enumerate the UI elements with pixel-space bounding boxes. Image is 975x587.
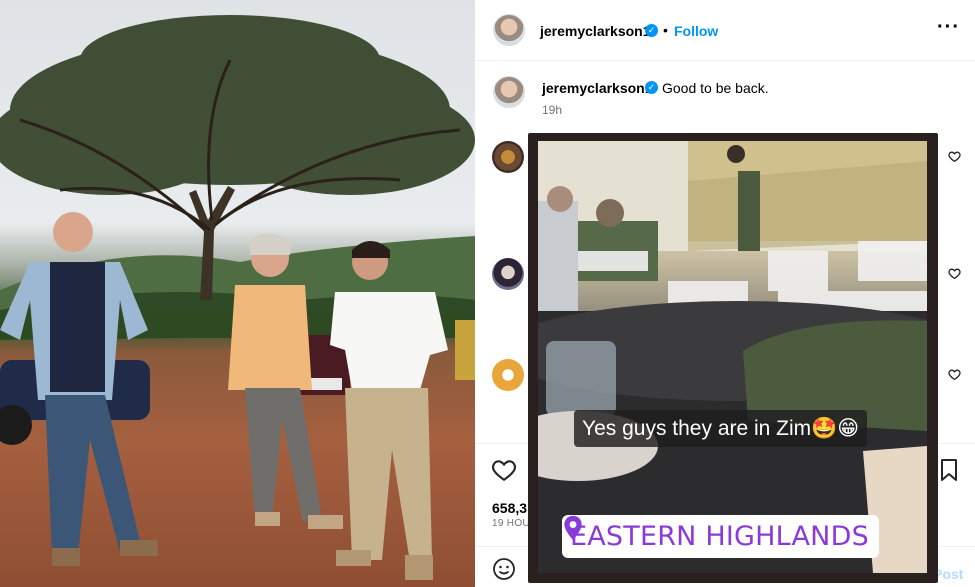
follow-button[interactable]: Follow [674, 23, 718, 39]
post-photo-illustration [0, 15, 475, 580]
location-sticker[interactable]: EASTERN HIGHLANDS [562, 515, 879, 558]
caption-author-avatar[interactable] [493, 76, 525, 108]
post-time-ago[interactable]: 19 HOU [492, 518, 530, 529]
commenter-avatar[interactable] [492, 141, 524, 173]
more-options-icon[interactable]: ··· [937, 16, 960, 39]
comment-like-heart-icon[interactable] [948, 368, 961, 381]
separator-dot: • [663, 22, 668, 38]
location-pin-icon [564, 515, 582, 541]
likes-count[interactable]: 658,3 [492, 500, 527, 516]
verified-badge-icon: ✓ [645, 24, 658, 37]
post-header: jeremyclarkson1 ✓ • Follow ··· [475, 0, 975, 61]
save-bookmark-icon[interactable] [937, 457, 961, 483]
caption-username[interactable]: jeremyclarkson1 [542, 80, 653, 96]
like-heart-icon[interactable] [491, 457, 517, 483]
overlay-story-image[interactable]: Yes guys they are in Zim🤩😁 EASTERN HIGHL… [528, 133, 938, 583]
story-caption-sticker: Yes guys they are in Zim🤩😁 [574, 410, 868, 447]
location-text: EASTERN HIGHLANDS [570, 521, 869, 552]
commenter-avatar[interactable] [492, 359, 524, 391]
caption-text: Good to be back. [662, 80, 769, 96]
author-avatar[interactable] [493, 14, 525, 46]
story-photo: Yes guys they are in Zim🤩😁 EASTERN HIGHL… [538, 141, 927, 573]
instagram-post-view: jeremyclarkson1 ✓ • Follow ··· jeremycla… [0, 0, 975, 587]
caption-time[interactable]: 19h [542, 103, 562, 117]
story-photo-illustration [538, 141, 927, 573]
author-username[interactable]: jeremyclarkson1 [540, 23, 651, 39]
verified-badge-icon: ✓ [645, 81, 658, 94]
commenter-avatar[interactable] [492, 258, 524, 290]
emoji-icon[interactable] [492, 557, 516, 581]
comment-like-heart-icon[interactable] [948, 150, 961, 163]
post-photo[interactable] [0, 0, 475, 587]
comment-like-heart-icon[interactable] [948, 267, 961, 280]
